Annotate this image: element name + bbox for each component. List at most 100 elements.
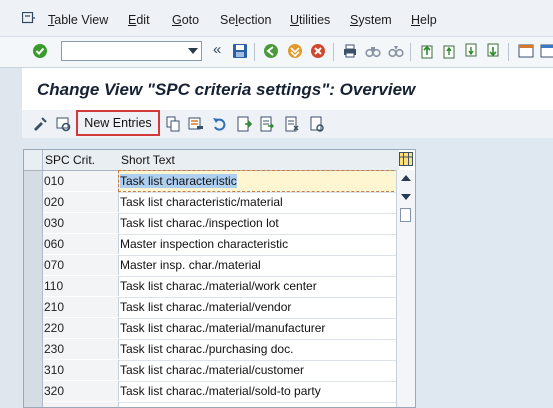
scroll-up-icon[interactable] (401, 175, 411, 181)
cancel-icon[interactable] (310, 43, 326, 59)
table-row[interactable]: 110 Task list charac./material/work cent… (24, 276, 397, 298)
page-title: Change View "SPC criteria settings": Ove… (37, 80, 416, 99)
menu-system[interactable]: System (350, 13, 392, 27)
table-settings-icon[interactable] (399, 152, 413, 166)
menu-table-view[interactable]: Table View (48, 13, 108, 27)
find-next-icon[interactable] (388, 43, 404, 59)
new-session-icon[interactable] (518, 43, 534, 59)
row-selector[interactable] (24, 213, 43, 234)
select-block-icon[interactable] (236, 116, 252, 132)
spc-crit-cell (43, 402, 119, 407)
table-row[interactable]: 310 Task list charac./material/customer (24, 360, 397, 382)
table-row[interactable]: 020 Task list characteristic/material (24, 192, 397, 214)
spc-crit-cell: 010 (43, 171, 119, 191)
scroll-down-icon[interactable] (401, 194, 411, 200)
title-bar: Change View "SPC criteria settings": Ove… (22, 68, 553, 110)
menu-edit[interactable]: Edit (128, 13, 150, 27)
row-selector[interactable] (24, 255, 43, 276)
toolbar-separator (410, 43, 411, 61)
short-text-cell[interactable]: Task list characteristic/material (119, 192, 398, 212)
row-selector[interactable] (24, 381, 43, 402)
menu-goto[interactable]: Goto (172, 13, 199, 27)
column-header-spc-crit[interactable]: SPC Crit. (43, 150, 121, 171)
chevron-down-icon[interactable] (188, 48, 198, 54)
row-selector[interactable] (24, 192, 43, 213)
row-selector[interactable] (24, 318, 43, 339)
spc-crit-cell: 110 (43, 276, 119, 296)
table-row[interactable]: 210 Task list charac./material/vendor (24, 297, 397, 319)
table-row[interactable]: 220 Task list charac./material/manufactu… (24, 318, 397, 340)
table-row[interactable]: 010 Task list characteristic (24, 170, 399, 193)
menu-selection[interactable]: Selection (220, 13, 271, 27)
select-all-icon[interactable] (56, 116, 72, 132)
table-row[interactable]: 320 Task list charac./material/sold-to p… (24, 381, 397, 403)
double-chevron-left-icon[interactable]: « (213, 41, 221, 58)
shortcut-icon[interactable] (540, 43, 553, 59)
save-icon[interactable] (232, 43, 248, 59)
menu-bar: Table View Edit Goto Selection Utilities… (0, 0, 553, 37)
table-row[interactable] (24, 402, 398, 407)
print-icon[interactable] (342, 43, 358, 59)
find-icon[interactable] (365, 43, 381, 59)
application-toolbar: New Entries (22, 110, 553, 138)
row-selector[interactable] (24, 402, 43, 407)
row-selector[interactable] (24, 171, 43, 192)
spc-crit-cell: 070 (43, 255, 119, 275)
row-selector[interactable] (24, 234, 43, 255)
next-page-icon[interactable] (463, 43, 479, 59)
short-text-cell[interactable]: Task list charac./purchasing doc. (119, 339, 398, 359)
table-row[interactable]: 230 Task list charac./purchasing doc. (24, 339, 397, 361)
select-icon[interactable] (259, 116, 275, 132)
short-text-cell[interactable]: Task list charac./inspection lot (119, 213, 398, 233)
spc-crit-cell: 230 (43, 339, 119, 359)
table-row[interactable]: 070 Master insp. char./material (24, 255, 397, 277)
last-page-icon[interactable] (485, 43, 501, 59)
back-icon[interactable] (263, 43, 279, 59)
delete-icon[interactable] (188, 116, 204, 132)
print-field-list-icon[interactable] (309, 116, 325, 132)
copy-as-icon[interactable] (165, 116, 181, 132)
undo-icon[interactable] (212, 116, 228, 132)
menu-icon[interactable] (22, 12, 36, 24)
scroll-thumb[interactable] (400, 208, 411, 222)
deselect-icon[interactable] (284, 116, 300, 132)
row-selector[interactable] (24, 339, 43, 360)
short-text-cell[interactable]: Task list charac./material/customer (119, 360, 398, 380)
toolbar-separator (254, 43, 255, 61)
first-page-icon[interactable] (419, 43, 435, 59)
toolbar-separator (508, 43, 509, 61)
standard-toolbar: « (0, 37, 553, 68)
spc-crit-cell: 310 (43, 360, 119, 380)
row-selector[interactable] (24, 360, 43, 381)
menu-utilities[interactable]: Utilities (290, 13, 330, 27)
short-text-cell[interactable] (119, 402, 398, 407)
table-row[interactable]: 030 Task list charac./inspection lot (24, 213, 397, 235)
table-row[interactable]: 060 Master inspection characteristic (24, 234, 397, 256)
spc-crit-cell: 220 (43, 318, 119, 338)
command-field[interactable] (61, 41, 202, 61)
display-change-icon[interactable] (32, 116, 48, 132)
short-text-cell[interactable]: Task list characteristic (118, 170, 399, 192)
enter-check-icon[interactable] (32, 43, 48, 59)
spc-crit-cell: 020 (43, 192, 119, 212)
short-text-cell[interactable]: Master insp. char./material (119, 255, 398, 275)
toolbar-separator (333, 43, 334, 61)
row-selector[interactable] (24, 297, 43, 318)
spc-crit-cell: 060 (43, 234, 119, 254)
short-text-cell[interactable]: Task list charac./material/sold-to party (119, 381, 398, 401)
short-text-cell[interactable]: Task list charac./material/vendor (119, 297, 398, 317)
spc-crit-cell: 320 (43, 381, 119, 401)
spc-crit-cell: 210 (43, 297, 119, 317)
short-text-cell[interactable]: Master inspection characteristic (119, 234, 398, 254)
previous-page-icon[interactable] (441, 43, 457, 59)
short-text-cell[interactable]: Task list charac./material/manufacturer (119, 318, 398, 338)
exit-icon[interactable] (287, 43, 303, 59)
new-entries-button[interactable]: New Entries (76, 110, 160, 136)
column-header-short-text[interactable]: Short Text (119, 150, 399, 171)
row-selector[interactable] (24, 276, 43, 297)
menu-help[interactable]: Help (411, 13, 437, 27)
select-all-column-header[interactable] (24, 150, 43, 171)
vertical-scrollbar[interactable] (396, 170, 415, 407)
spc-criteria-table: SPC Crit. Short Text 010 Task list chara… (23, 149, 416, 408)
short-text-cell[interactable]: Task list charac./material/work center (119, 276, 398, 296)
